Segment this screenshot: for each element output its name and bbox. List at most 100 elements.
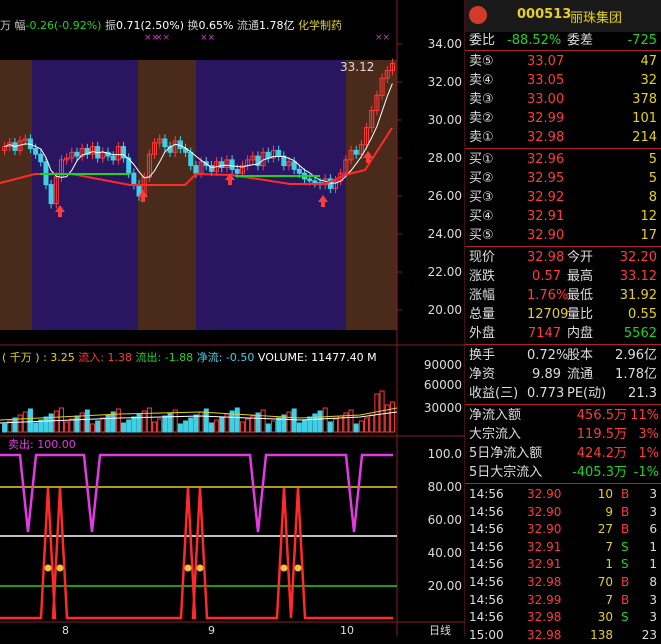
stat-value: 5562 [623,326,657,341]
weicha-label: 委差 [567,33,594,48]
volume-bar [2,423,8,433]
order-book-buy-row[interactable]: 买③ 32.92 8 [465,188,661,207]
order-book-sell-row[interactable]: 卖④ 33.05 32 [465,71,661,90]
fund-flow-row: 净流入额 456.5万 11% [465,406,661,425]
tick-time: 14:56 [469,557,504,572]
tick-count: 3 [649,592,657,607]
divider [465,148,661,149]
industry-label[interactable]: 化学制药 [298,19,342,32]
volume-label: VOLUME: [257,351,308,364]
volume-bar [214,419,220,433]
candle-body [291,161,297,170]
volume-bar [245,418,251,433]
stat-label: 股本 [567,348,594,363]
period-band [196,60,270,330]
candle-body [307,178,313,182]
order-price: 32.91 [527,209,565,224]
candle-body [265,151,271,159]
volume-bar [105,414,111,433]
order-level-label: 买① [469,152,494,167]
volume-bar [327,421,333,433]
candle-body [219,161,225,169]
quote-stat-row: 涨跌 0.57 最高 33.12 [465,267,661,286]
tick-count: 23 [641,627,657,642]
amp-label: 幅 [14,19,26,32]
order-book-buy-row[interactable]: 买④ 32.91 12 [465,207,661,226]
tick-side: B [621,575,630,589]
price-axis-label: 26.00 [428,189,462,203]
tick-volume: 1 [605,557,613,572]
flow-label: 5日净流入额 [469,446,543,461]
stat-label: 量比 [567,307,594,322]
tick-count: 3 [649,504,657,519]
order-book-buy-row[interactable]: 买⑤ 32.90 17 [465,226,661,245]
huan-value: 0.65% [198,19,234,32]
volume-bar [364,417,370,433]
volume-bar [48,413,54,433]
candle-body [188,151,194,167]
volume-bar [369,414,375,433]
candle-body [38,153,44,163]
fund-flow-open: ( 千万 ) : 3.25 [2,351,75,364]
candle-body [276,149,282,157]
quote-stat-row: 涨幅 1.76% 最低 31.92 [465,286,661,305]
stat-label: 外盘 [469,326,496,341]
quote-stat-row: 总量 12709 量比 0.55 [465,305,661,324]
volume-bar [162,415,168,433]
tick-price: 32.90 [527,504,562,519]
flow-value: 456.5万 [576,408,627,423]
order-level-label: 买② [469,171,494,186]
stat-label: 收益(三) [469,386,519,401]
order-price: 32.98 [527,130,565,145]
quote-stat-row: 现价 32.98 今开 32.20 [465,248,661,267]
tick-price: 32.90 [527,522,562,537]
order-price: 32.92 [527,190,565,205]
order-book-buy-row[interactable]: 买① 32.96 5 [465,150,661,169]
zhen-value: 0.71(2.50%) [115,19,184,32]
buy-line [0,487,393,620]
tick-side: B [621,522,630,537]
order-book-sell-row[interactable]: 卖⑤ 33.07 47 [465,52,661,71]
order-book-sell-row[interactable]: 卖① 32.98 214 [465,128,661,147]
order-volume: 5 [648,171,657,186]
tick-count: 1 [649,539,657,554]
stat-value: 1.78亿 [615,367,657,382]
stat-label: 换手 [469,348,496,363]
volume-bar [152,421,158,433]
order-volume: 214 [632,130,657,145]
candle-body [229,159,235,170]
tick-price: 32.91 [527,557,562,572]
volume-bar [177,423,183,433]
tick-count: 3 [649,487,657,501]
volume-bar [126,419,132,433]
tick-count: 6 [649,522,657,537]
order-book-buy-row[interactable]: 买② 32.95 5 [465,169,661,188]
stat-label: 最低 [567,288,594,303]
volume-value: 11477.40 [311,351,364,364]
chart-area[interactable]: 34.00 32.00 30.00 28.00 26.00 24.00 22.00 20.00… [0,0,465,636]
order-book-sell-row[interactable]: 卖③ 33.00 378 [465,90,661,109]
tick-count: 3 [649,610,657,625]
high-price-marker: 33.12 [340,60,374,74]
quote-stat-row: 净资 9.89 流通 1.78亿 [465,365,661,384]
volume-bar [322,407,328,433]
candle-body [234,168,240,174]
order-book-sell-row[interactable]: 卖② 32.99 101 [465,109,661,128]
volume-bar [193,414,199,433]
candle-body [110,155,116,161]
candle-body [74,151,80,157]
period-band [270,60,346,330]
order-volume: 8 [648,190,657,205]
fund-net-label: 净流: [196,351,223,364]
volume-axis-label: 60000 [424,378,462,392]
flow-label: 净流入额 [469,408,522,423]
stat-value: 0.57 [532,269,561,284]
stat-label: 涨跌 [469,269,496,284]
tick-volume: 7 [605,592,613,607]
volume-bar [276,417,282,433]
stat-value: 0.72% [527,348,569,363]
price-axis-label: 20.00 [428,303,462,317]
volume-bar [265,423,271,433]
tick-time: 14:56 [469,610,504,625]
indicator-axis-label: 20.00 [428,579,462,593]
